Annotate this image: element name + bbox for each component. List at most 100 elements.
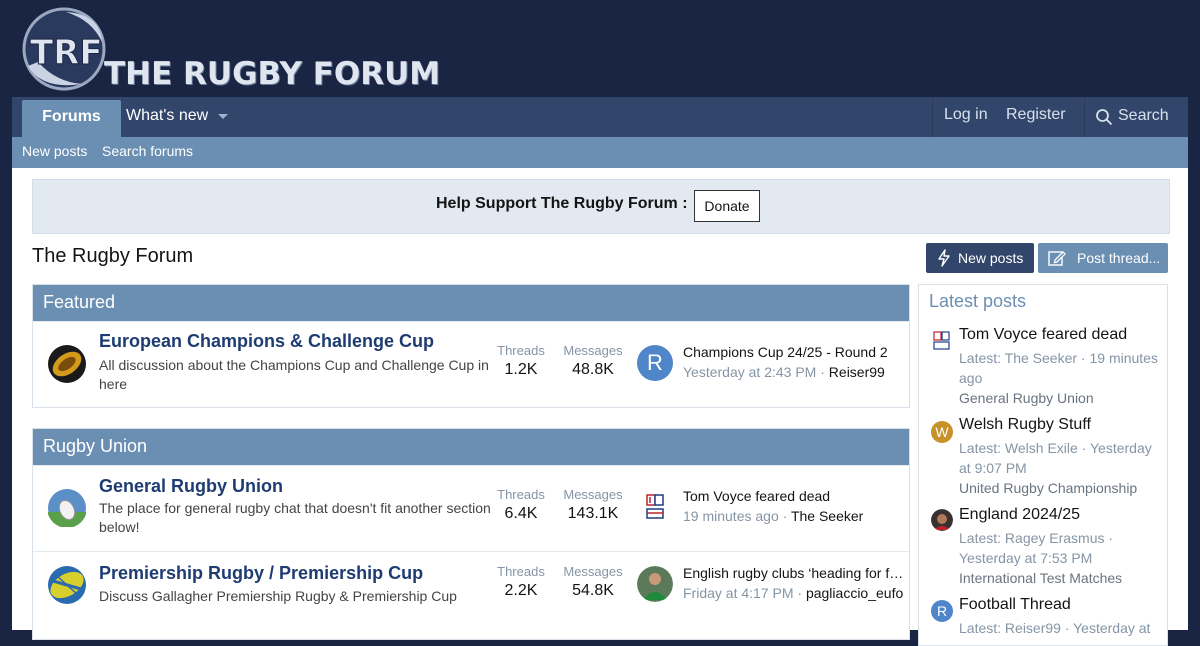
latest-post-title[interactable]: Welsh Rugby Stuff <box>959 416 1091 434</box>
post-thread-label: Post thread... <box>1077 250 1161 266</box>
avatar[interactable] <box>637 566 673 602</box>
avatar[interactable] <box>931 509 953 531</box>
last-post-time[interactable]: 19 minutes ago <box>683 508 779 524</box>
latest-post-byline[interactable]: Latest: Welsh Exile · Yesterday at 9:07 … <box>959 438 1159 478</box>
subnav-new-posts[interactable]: New posts <box>22 137 87 165</box>
latest-post-forum[interactable]: International Test Matches <box>959 568 1159 588</box>
new-posts-label: New posts <box>958 250 1024 266</box>
avatar[interactable]: W <box>931 421 953 443</box>
avatar[interactable] <box>637 489 673 525</box>
threads-stat: Threads 6.4K <box>493 487 549 523</box>
last-post-meta: 19 minutes ago · The Seeker <box>683 508 863 524</box>
messages-stat: Messages 54.8K <box>560 564 626 600</box>
champions-cup-logo-icon[interactable] <box>47 344 87 384</box>
messages-label: Messages <box>563 343 623 358</box>
new-posts-button[interactable]: New posts <box>926 243 1034 273</box>
main-navigation: Forums What's new Log in Register Search <box>12 97 1188 137</box>
latest-post-meta: Latest: Welsh Exile · Yesterday at 9:07 … <box>959 438 1159 498</box>
threads-label: Threads <box>497 343 545 358</box>
last-post-time[interactable]: Friday at 4:17 PM <box>683 585 794 601</box>
latest-post-meta: Latest: The Seeker · 19 minutes ago Gene… <box>959 348 1159 408</box>
meta-separator: · <box>820 364 825 380</box>
nav-divider <box>932 97 933 137</box>
tab-forums[interactable]: Forums <box>22 100 121 137</box>
tab-whats-new[interactable]: What's new <box>126 97 208 137</box>
avatar[interactable]: R <box>931 600 953 622</box>
latest-post-byline[interactable]: Latest: The Seeker · 19 minutes ago <box>959 348 1159 388</box>
forum-node: European Champions & Challenge Cup All d… <box>33 321 909 407</box>
messages-count: 48.8K <box>572 361 614 378</box>
rugby-ball-icon[interactable] <box>47 488 87 528</box>
last-post-title[interactable]: Tom Voyce feared dead <box>683 488 905 504</box>
meta-separator: · <box>782 508 788 524</box>
nav-divider <box>1084 97 1085 137</box>
latest-post-title[interactable]: Football Thread <box>959 596 1071 614</box>
page-title: The Rugby Forum <box>32 245 194 267</box>
donate-notice: Help Support The Rugby Forum : Donate <box>32 179 1170 234</box>
sub-navigation: New posts Search forums <box>12 137 1188 168</box>
last-post-user[interactable]: The Seeker <box>791 508 863 524</box>
messages-label: Messages <box>563 564 623 579</box>
threads-stat: Threads 2.2K <box>493 564 549 600</box>
latest-post-byline[interactable]: Latest: Reiser99 · Yesterday at <box>959 618 1159 638</box>
edit-icon <box>1048 251 1066 266</box>
latest-post-forum[interactable]: General Rugby Union <box>959 388 1159 408</box>
avatar[interactable] <box>931 330 953 352</box>
messages-stat: Messages 48.8K <box>560 343 626 379</box>
latest-post-forum[interactable]: United Rugby Championship <box>959 478 1159 498</box>
category-title[interactable]: Featured <box>33 285 909 321</box>
site-logo-icon[interactable]: TRF <box>22 6 106 92</box>
forum-title[interactable]: General Rugby Union <box>99 476 283 497</box>
category-title[interactable]: Rugby Union <box>33 429 909 465</box>
messages-count: 54.8K <box>572 582 614 599</box>
messages-stat: Messages 143.1K <box>560 487 626 523</box>
premiership-logo-icon[interactable] <box>47 565 87 605</box>
latest-post-title[interactable]: England 2024/25 <box>959 506 1080 524</box>
widget-title[interactable]: Latest posts <box>929 291 1026 312</box>
page-content: Help Support The Rugby Forum : Donate Th… <box>12 168 1188 646</box>
threads-label: Threads <box>497 487 545 502</box>
last-post-user[interactable]: pagliaccio_eufo <box>806 585 903 601</box>
messages-count: 143.1K <box>567 505 619 522</box>
login-link[interactable]: Log in <box>944 97 988 137</box>
category-block-featured: Featured European Champions & Challenge … <box>32 284 910 408</box>
register-link[interactable]: Register <box>1006 97 1066 137</box>
last-post-title[interactable]: English rugby clubs ‘heading for financi… <box>683 565 905 581</box>
search-link[interactable]: Search <box>1118 97 1169 137</box>
forum-node: Premiership Rugby / Premiership Cup Disc… <box>33 551 909 622</box>
forum-description: The place for general rugby chat that do… <box>99 500 491 535</box>
forum-description: All discussion about the Champions Cup a… <box>99 357 489 392</box>
latest-post-meta: Latest: Reiser99 · Yesterday at <box>959 618 1159 638</box>
avatar[interactable]: R <box>637 345 673 381</box>
latest-posts-widget: Latest posts Tom Voyce feared dead Lates… <box>918 284 1168 646</box>
last-post-title[interactable]: Champions Cup 24/25 - Round 2 <box>683 344 905 360</box>
subnav-search-forums[interactable]: Search forums <box>102 137 193 165</box>
forum-title[interactable]: European Champions & Challenge Cup <box>99 331 434 352</box>
latest-post-meta: Latest: Ragey Erasmus · Yesterday at 7:5… <box>959 528 1159 588</box>
meta-separator: · <box>797 585 803 601</box>
lightning-icon <box>938 249 950 267</box>
forum-title[interactable]: Premiership Rugby / Premiership Cup <box>99 563 423 584</box>
site-header: TRF THE RUGBY FORUM <box>0 0 1200 97</box>
threads-stat: Threads 1.2K <box>493 343 549 379</box>
latest-post-title[interactable]: Tom Voyce feared dead <box>959 326 1127 344</box>
threads-count: 1.2K <box>504 361 538 378</box>
threads-count: 2.2K <box>504 582 538 599</box>
post-thread-button[interactable]: Post thread... <box>1038 243 1168 273</box>
threads-label: Threads <box>497 564 545 579</box>
chevron-down-icon[interactable] <box>218 114 228 119</box>
search-icon[interactable] <box>1095 108 1113 126</box>
last-post-meta: Friday at 4:17 PM · pagliaccio_eufo <box>683 585 903 601</box>
last-post-user[interactable]: Reiser99 <box>829 364 885 380</box>
forum-description: Discuss Gallagher Premiership Rugby & Pr… <box>99 588 457 604</box>
donate-button[interactable]: Donate <box>694 190 760 222</box>
last-post-time[interactable]: Yesterday at 2:43 PM <box>683 364 816 380</box>
site-logo-text[interactable]: THE RUGBY FORUM <box>104 54 440 94</box>
last-post-meta: Yesterday at 2:43 PM · Reiser99 <box>683 364 885 380</box>
svg-text:TRF: TRF <box>30 33 103 73</box>
forum-node: General Rugby Union The place for genera… <box>33 465 909 551</box>
messages-label: Messages <box>563 487 623 502</box>
notice-text: Help Support The Rugby Forum : <box>436 195 688 212</box>
threads-count: 6.4K <box>504 505 538 522</box>
latest-post-byline[interactable]: Latest: Ragey Erasmus · Yesterday at 7:5… <box>959 528 1159 568</box>
